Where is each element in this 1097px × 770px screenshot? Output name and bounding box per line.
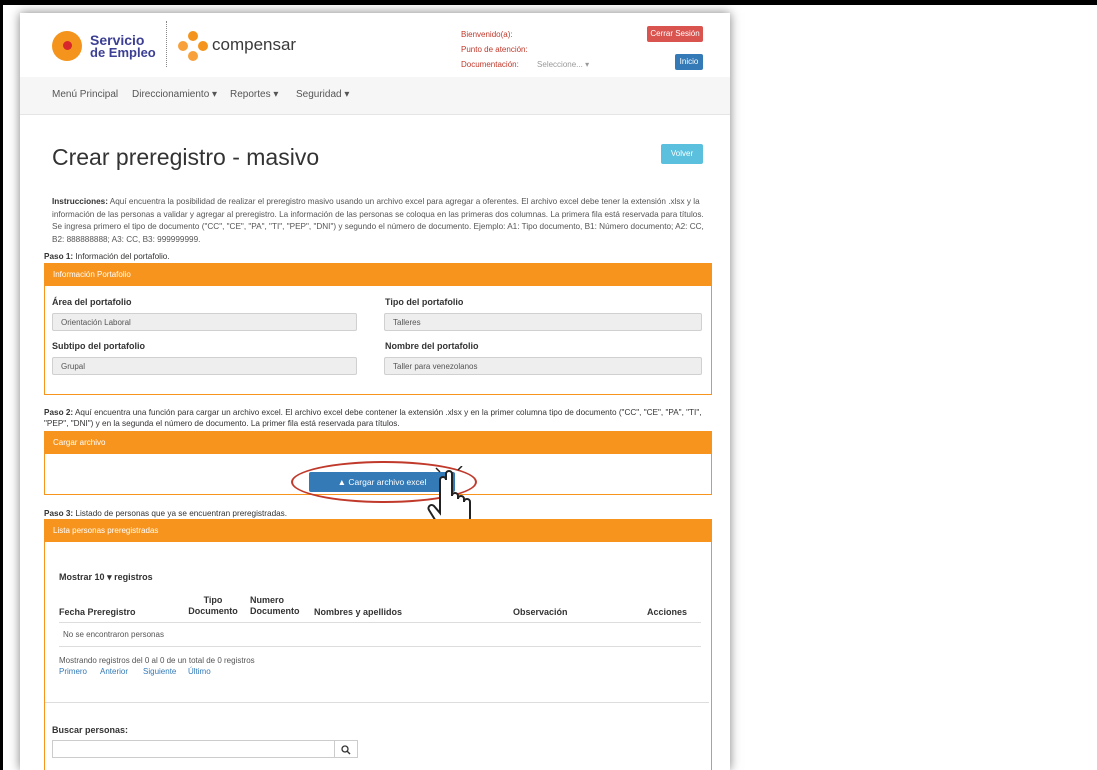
col-numero[interactable]: Numero Documento xyxy=(250,595,302,617)
table-empty-message: No se encontraron personas xyxy=(63,630,164,639)
step1-description: Paso 1: Información del portafolio. xyxy=(44,251,714,262)
instructions: Instrucciones: Aquí encuentra la posibil… xyxy=(52,196,707,246)
nav-item-menu-principal[interactable]: Menú Principal xyxy=(52,89,118,100)
page-title: Crear preregistro - masivo xyxy=(52,144,320,170)
top-border-line xyxy=(0,0,1097,5)
home-button[interactable]: Inicio xyxy=(675,54,703,70)
documentation-label: Documentación: xyxy=(461,60,519,69)
compensar-logo-text: compensar xyxy=(212,35,297,54)
page-length-control: Mostrar 10 ▾ registros xyxy=(59,572,153,583)
tipo-label: Tipo del portafolio xyxy=(385,297,464,307)
section-divider xyxy=(45,702,709,703)
user-info: Bienvenido(a): Punto de atención: Docume… xyxy=(461,27,589,72)
instructions-label: Instrucciones: xyxy=(52,197,108,206)
table-bottom-divider xyxy=(59,646,701,647)
table-header-divider xyxy=(59,622,701,623)
tipo-field[interactable]: Talleres xyxy=(384,313,702,331)
area-field[interactable]: Orientación Laboral xyxy=(52,313,357,331)
show-label: Mostrar xyxy=(59,572,93,582)
portfolio-panel-title: Información Portafolio xyxy=(45,264,711,286)
compensar-logo-mark xyxy=(178,31,208,61)
step2-description: Paso 2: Aquí encuentra una función para … xyxy=(44,407,714,429)
chevron-down-icon: ▾ xyxy=(107,572,112,582)
records-label: registros xyxy=(114,572,153,582)
servicio-empleo-logo-mark xyxy=(52,31,82,61)
preregistered-list-panel: Lista personas preregistradas xyxy=(44,519,712,770)
logo-line2: de Empleo xyxy=(90,45,156,60)
col-nombres[interactable]: Nombres y apellidos xyxy=(314,607,402,617)
search-label: Buscar personas: xyxy=(52,725,129,735)
documentation-select[interactable]: Seleccione... ▾ xyxy=(537,60,589,69)
col-acciones[interactable]: Acciones xyxy=(647,607,687,617)
subtipo-field[interactable]: Grupal xyxy=(52,357,357,375)
col-tipo[interactable]: Tipo Documento xyxy=(187,595,239,617)
back-button[interactable]: Volver xyxy=(661,144,703,164)
step3-text: Listado de personas que ya se encuentran… xyxy=(73,509,288,518)
servicio-empleo-logo[interactable]: Servicio de Empleo xyxy=(52,27,162,67)
search-input[interactable] xyxy=(52,740,334,758)
upload-panel-title: Cargar archivo xyxy=(45,432,711,454)
left-border-line xyxy=(0,0,3,770)
welcome-label: Bienvenido(a): xyxy=(461,30,513,39)
logo-separator xyxy=(166,21,167,67)
pagination-first[interactable]: Primero xyxy=(59,667,87,676)
nombre-field[interactable]: Taller para venezolanos xyxy=(384,357,702,375)
subtipo-label: Subtipo del portafolio xyxy=(52,341,145,351)
step2-text: Aquí encuentra una función para cargar u… xyxy=(44,408,702,428)
preregistered-panel-title: Lista personas preregistradas xyxy=(45,520,711,542)
search-button[interactable] xyxy=(334,740,358,758)
nav-item-seguridad[interactable]: Seguridad ▾ xyxy=(296,89,349,100)
pagination-next[interactable]: Siguiente xyxy=(143,667,176,676)
browser-page-frame: Servicio de Empleo compensar Bienvenido(… xyxy=(20,13,730,770)
search-icon xyxy=(341,745,351,755)
compensar-logo[interactable]: compensar xyxy=(178,29,296,63)
pagination-previous[interactable]: Anterior xyxy=(100,667,128,676)
step1-text: Información del portafolio. xyxy=(73,252,170,261)
area-label: Área del portafolio xyxy=(52,297,132,307)
nav-item-direccionamiento[interactable]: Direccionamiento ▾ xyxy=(132,89,217,100)
pagination-last[interactable]: Último xyxy=(188,667,211,676)
step3-description: Paso 3: Listado de personas que ya se en… xyxy=(44,508,714,519)
instructions-text: Aquí encuentra la posibilidad de realiza… xyxy=(52,197,704,244)
page-length-select[interactable]: 10 ▾ xyxy=(95,572,112,582)
col-fecha[interactable]: Fecha Preregistro xyxy=(59,607,136,617)
nav-item-reportes[interactable]: Reportes ▾ xyxy=(230,89,278,100)
table-info: Mostrando registros del 0 al 0 de un tot… xyxy=(59,656,255,665)
documentation-row: Documentación: Seleccione... ▾ xyxy=(461,57,589,72)
col-observacion[interactable]: Observación xyxy=(513,607,568,617)
logout-button[interactable]: Cerrar Sesión xyxy=(647,26,703,42)
nombre-label: Nombre del portafolio xyxy=(385,341,479,351)
step1-label: Paso 1: xyxy=(44,252,74,261)
page-length-value: 10 xyxy=(94,572,105,582)
main-navbar: Menú Principal Direccionamiento ▾ Report… xyxy=(20,77,730,115)
service-point-label: Punto de atención: xyxy=(461,45,528,54)
step2-label: Paso 2: xyxy=(44,408,74,417)
step3-label: Paso 3: xyxy=(44,509,74,518)
header: Servicio de Empleo compensar Bienvenido(… xyxy=(20,13,730,77)
